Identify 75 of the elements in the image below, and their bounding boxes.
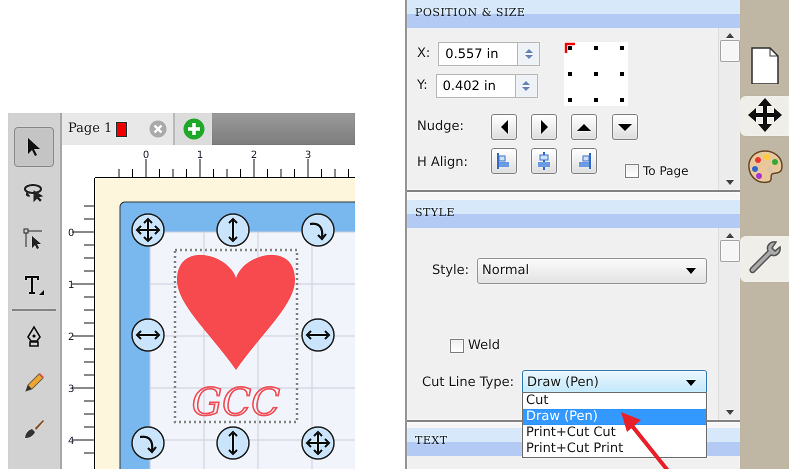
- checkbox-label: Weld: [468, 337, 500, 355]
- section-header: POSITION & SIZE: [407, 0, 740, 28]
- nudge-button[interactable]: [531, 114, 557, 140]
- triangle-icon: [618, 124, 632, 130]
- ruler-number: 3: [68, 384, 74, 395]
- nudge-button[interactable]: [571, 114, 597, 140]
- triangle-icon: [577, 124, 591, 130]
- nudge-label: Nudge:: [417, 118, 465, 136]
- spinner[interactable]: [516, 74, 538, 98]
- checkbox-label: To Page: [643, 163, 688, 180]
- handle-icon[interactable]: [301, 426, 335, 460]
- ruler-number: 3: [304, 150, 312, 161]
- align-button[interactable]: [491, 148, 517, 174]
- pencil-icon: [22, 371, 46, 395]
- ruler-number: 4: [68, 436, 74, 447]
- style-dropdown[interactable]: Normal: [477, 258, 708, 284]
- handle-icon[interactable]: [131, 318, 165, 352]
- scroll-down-icon[interactable]: [726, 180, 734, 185]
- ruler-number: 2: [250, 150, 258, 161]
- heart-shape[interactable]: [177, 255, 295, 370]
- caret-icon: [686, 380, 696, 386]
- align-label: H Align:: [417, 154, 469, 172]
- ruler-number: 0: [142, 150, 150, 161]
- number-field[interactable]: 0.402 in: [436, 74, 516, 98]
- number-field[interactable]: 0.557 in: [438, 42, 518, 66]
- nudge-button[interactable]: [491, 114, 517, 140]
- ruler-number: 1: [68, 280, 74, 291]
- handle-icon[interactable]: [216, 213, 250, 247]
- page-tab[interactable]: Page 1: [62, 113, 176, 145]
- add-page-icon[interactable]: [182, 118, 205, 140]
- dropdown-value: Normal: [482, 262, 530, 280]
- scrollbar[interactable]: [718, 228, 740, 420]
- ruler-number: 2: [68, 332, 74, 343]
- side-tab[interactable]: [740, 96, 789, 136]
- scroll-thumb[interactable]: [720, 40, 740, 62]
- tab-label: Page 1: [68, 120, 112, 138]
- field-label: Y:: [417, 77, 428, 96]
- cut-line-label: Cut Line Type:: [422, 374, 514, 392]
- handle-icon[interactable]: [131, 213, 165, 247]
- align-button[interactable]: [531, 148, 557, 174]
- style-label: Style:: [432, 262, 470, 280]
- handle-icon[interactable]: [131, 426, 165, 460]
- scroll-up-icon[interactable]: [726, 33, 734, 38]
- anchor-point-grid[interactable]: [564, 42, 628, 106]
- triangle-icon: [500, 120, 508, 134]
- dropdown-option[interactable]: Cut: [523, 393, 706, 409]
- dropdown-option[interactable]: Print+Cut Cut: [523, 425, 706, 441]
- handle-icon[interactable]: [216, 426, 250, 460]
- lasso-pointer-icon: [22, 181, 46, 205]
- color-swatch: [116, 122, 128, 136]
- align-button[interactable]: [571, 148, 597, 174]
- ruler-number: 1: [196, 150, 204, 161]
- spinner[interactable]: [518, 42, 540, 66]
- ruler-number: 0: [68, 228, 74, 239]
- text-tool-icon: [22, 273, 46, 297]
- scroll-thumb[interactable]: [720, 240, 740, 262]
- side-tab[interactable]: [740, 236, 789, 282]
- paintbrush-icon: [22, 417, 46, 441]
- triangle-icon: [540, 120, 548, 134]
- dropdown-option[interactable]: Print+Cut Print: [523, 441, 706, 457]
- checkbox[interactable]: [450, 338, 464, 353]
- checkbox[interactable]: [625, 164, 639, 178]
- scroll-down-icon[interactable]: [726, 410, 734, 415]
- handle-icon[interactable]: [301, 318, 335, 352]
- caret-icon: [686, 268, 696, 274]
- dropdown-value: Draw (Pen): [527, 374, 599, 392]
- scrollbar[interactable]: [718, 28, 740, 190]
- spinner-icon[interactable]: [524, 47, 534, 61]
- handle-icon[interactable]: [301, 213, 335, 247]
- nudge-button[interactable]: [612, 114, 638, 140]
- tool-button[interactable]: [14, 127, 54, 167]
- section-header: STYLE: [407, 200, 740, 228]
- spinner-icon[interactable]: [521, 79, 532, 93]
- field-label: X:: [417, 45, 430, 64]
- scroll-up-icon[interactable]: [726, 233, 734, 238]
